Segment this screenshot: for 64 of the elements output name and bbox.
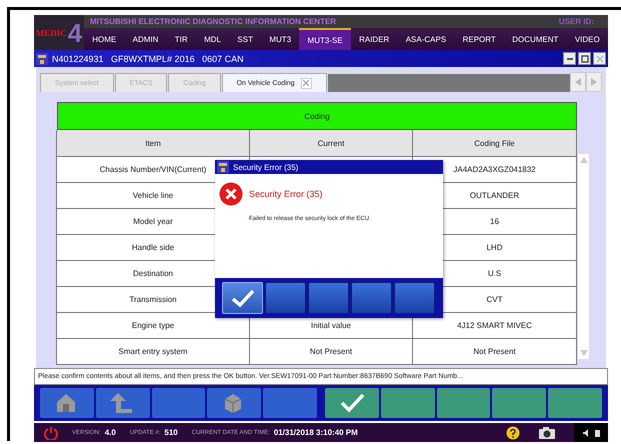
close-button[interactable] <box>593 52 606 65</box>
nav-tab[interactable]: MUT3 <box>261 28 300 50</box>
battery-icon <box>594 428 600 436</box>
app-title: MITSUBISHI ELECTRONIC DIAGNOSTIC INFORMATION CENTER <box>90 16 336 28</box>
nav-tab[interactable]: MDL <box>196 28 230 50</box>
up-arrow-icon <box>580 157 588 163</box>
window-title: N401224931 GF8WXTMPL# 2016 0607 CAN <box>52 54 244 64</box>
error-icon <box>219 182 243 206</box>
tab-close-button[interactable] <box>300 78 312 88</box>
table-cell: Not Present <box>412 339 577 365</box>
scrollbar[interactable] <box>578 154 589 359</box>
blank-button[interactable] <box>152 388 206 418</box>
user-id-label: USER ID: <box>558 16 594 28</box>
maximize-button[interactable] <box>578 52 591 65</box>
date-time-value: 01/31/2018 3:10:40 PM <box>274 428 358 437</box>
error-heading: Security Error (35) <box>249 189 323 199</box>
speaker-icon <box>582 428 590 436</box>
scroll-right-button[interactable] <box>586 72 602 92</box>
update-value: 510 <box>164 428 178 437</box>
ok-button[interactable] <box>222 282 263 314</box>
nav-tab[interactable]: MUT3-SE <box>299 28 351 50</box>
app-icon <box>217 161 229 173</box>
nav-tab[interactable]: RAIDER <box>350 28 398 50</box>
checkmark-icon <box>230 289 254 307</box>
blank-button[interactable] <box>308 282 349 314</box>
table-title: Coding <box>57 102 577 130</box>
scroll-left-button[interactable] <box>570 72 586 92</box>
nav-tab[interactable]: ADMIN <box>124 28 167 50</box>
nav-tab[interactable]: ASA-CAPS <box>398 28 454 50</box>
blank-button[interactable] <box>436 388 490 418</box>
ok-button[interactable] <box>324 388 379 418</box>
home-button[interactable] <box>40 388 94 418</box>
nav-tab[interactable]: TIR <box>166 28 196 50</box>
close-icon <box>596 54 604 62</box>
table-cell: Not Present <box>249 339 413 365</box>
table-cell: Engine type <box>56 313 250 339</box>
blank-button[interactable] <box>394 282 435 314</box>
help-icon <box>506 426 520 440</box>
version-value: 4.0 <box>104 428 116 437</box>
nav-tab[interactable]: REPORT <box>454 28 504 50</box>
checkmark-icon <box>338 391 365 415</box>
table-cell: 4J12 SMART MIVEC <box>412 313 577 339</box>
print-button[interactable] <box>207 388 262 418</box>
back-button[interactable] <box>96 388 150 418</box>
power-icon <box>44 426 58 440</box>
minimize-button[interactable] <box>563 52 576 65</box>
right-arrow-icon <box>591 78 597 86</box>
app-icon <box>36 52 48 64</box>
minimize-icon <box>566 58 572 60</box>
nav-tab[interactable]: HOME <box>84 28 124 50</box>
down-arrow-icon <box>580 350 588 356</box>
blank-button[interactable] <box>351 282 392 314</box>
column-header: Coding File <box>412 130 577 157</box>
blank-button[interactable] <box>265 282 306 314</box>
maximize-icon <box>580 54 588 62</box>
left-arrow-icon <box>575 78 581 86</box>
nav-tab[interactable]: DOCUMENT <box>504 28 567 50</box>
column-header: Item <box>56 130 250 157</box>
nav-tab[interactable]: SST <box>229 28 262 50</box>
nav-tab[interactable]: VIDEO <box>566 28 608 50</box>
close-icon <box>303 80 310 86</box>
table-cell: Smart entry system <box>56 339 250 365</box>
camera-icon <box>538 426 556 440</box>
column-header: Current <box>249 130 413 157</box>
